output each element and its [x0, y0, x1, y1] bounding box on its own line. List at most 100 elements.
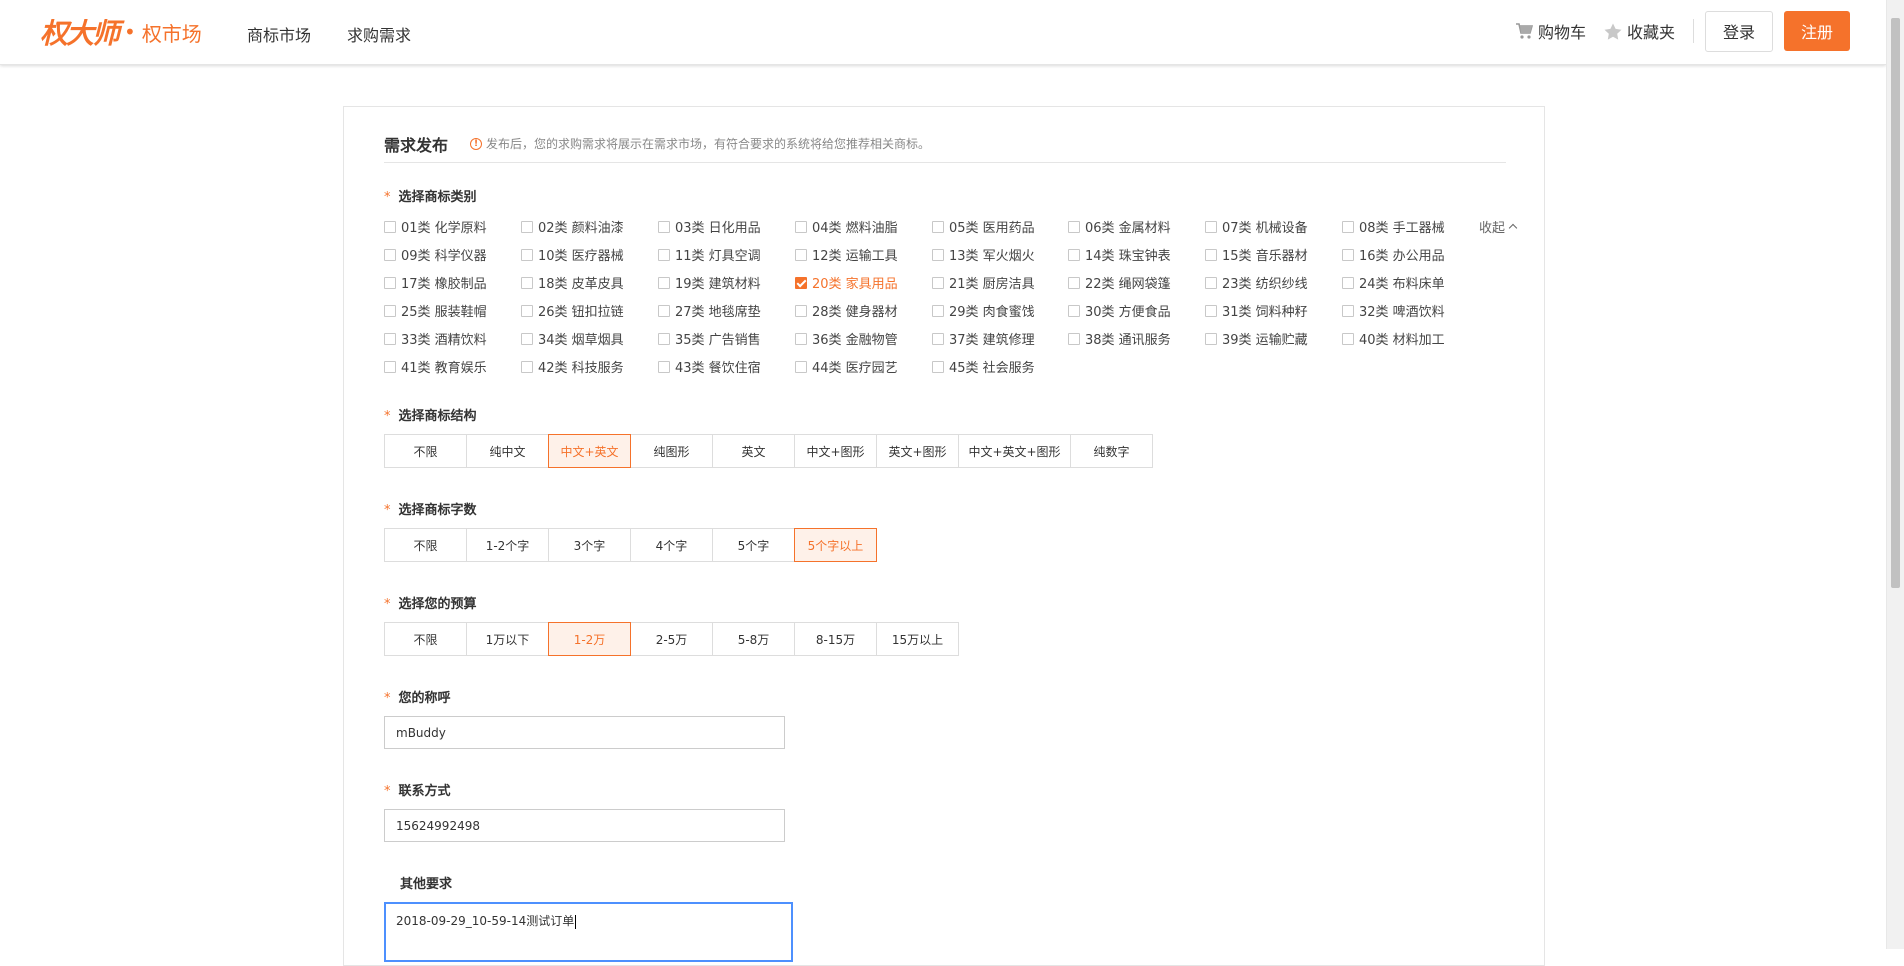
checkbox[interactable] [1205, 332, 1217, 345]
category-checkbox-item[interactable]: 11类 灯具空调 [658, 245, 761, 264]
category-checkbox-item[interactable]: 23类 纺织纱线 [1205, 273, 1308, 292]
checkbox[interactable] [521, 360, 533, 373]
checkbox[interactable] [1068, 332, 1080, 345]
length-option[interactable]: 5个字 [712, 528, 795, 562]
budget-option[interactable]: 不限 [384, 622, 467, 656]
category-checkbox-item[interactable]: 37类 建筑修理 [932, 329, 1035, 348]
structure-option[interactable]: 纯中文 [466, 434, 549, 468]
checkbox[interactable] [1205, 276, 1217, 289]
category-checkbox-item[interactable]: 35类 广告销售 [658, 329, 761, 348]
category-checkbox-item[interactable]: 32类 啤酒饮料 [1342, 301, 1445, 320]
register-button[interactable]: 注册 [1784, 11, 1850, 51]
checkbox[interactable] [521, 220, 533, 233]
checkbox[interactable] [384, 360, 396, 373]
category-checkbox-item[interactable]: 14类 珠宝钟表 [1068, 245, 1171, 264]
checkbox[interactable] [932, 360, 944, 373]
length-option[interactable]: 5个字以上 [794, 528, 877, 562]
category-checkbox-item[interactable]: 38类 通讯服务 [1068, 329, 1171, 348]
contact-input[interactable]: 15624992498 [384, 809, 785, 842]
checkbox[interactable] [932, 248, 944, 261]
category-checkbox-item[interactable]: 39类 运输贮藏 [1205, 329, 1308, 348]
structure-option[interactable]: 中文+英文+图形 [958, 434, 1071, 468]
category-checkbox-item[interactable]: 43类 餐饮住宿 [658, 357, 761, 376]
structure-option[interactable]: 纯图形 [630, 434, 713, 468]
site-logo[interactable]: 权大师 • 权市场 [40, 14, 202, 50]
checkbox[interactable] [1205, 304, 1217, 317]
category-checkbox-item[interactable]: 08类 手工器械 [1342, 217, 1445, 236]
checkbox[interactable] [658, 220, 670, 233]
category-checkbox-item[interactable]: 41类 教育娱乐 [384, 357, 487, 376]
structure-option[interactable]: 不限 [384, 434, 467, 468]
checkbox[interactable] [1205, 248, 1217, 261]
checkbox[interactable] [1342, 276, 1354, 289]
checkbox[interactable] [521, 304, 533, 317]
checkbox[interactable] [658, 248, 670, 261]
category-checkbox-item[interactable]: 30类 方便食品 [1068, 301, 1171, 320]
length-option[interactable]: 1-2个字 [466, 528, 549, 562]
budget-option[interactable]: 15万以上 [876, 622, 959, 656]
length-option[interactable]: 不限 [384, 528, 467, 562]
category-checkbox-item[interactable]: 15类 音乐器材 [1205, 245, 1308, 264]
scrollbar-thumb[interactable] [1891, 18, 1900, 588]
category-checkbox-item[interactable]: 07类 机械设备 [1205, 217, 1308, 236]
category-checkbox-item[interactable]: 21类 厨房洁具 [932, 273, 1035, 292]
category-checkbox-item[interactable]: 05类 医用药品 [932, 217, 1035, 236]
category-checkbox-item[interactable]: 44类 医疗园艺 [795, 357, 898, 376]
structure-option[interactable]: 中文+图形 [794, 434, 877, 468]
category-checkbox-item[interactable]: 04类 燃料油脂 [795, 217, 898, 236]
category-checkbox-item[interactable]: 09类 科学仪器 [384, 245, 487, 264]
checkbox[interactable] [795, 360, 807, 373]
category-checkbox-item[interactable]: 06类 金属材料 [1068, 217, 1171, 236]
checkbox[interactable] [932, 304, 944, 317]
budget-option[interactable]: 2-5万 [630, 622, 713, 656]
checkbox[interactable] [1342, 304, 1354, 317]
cart-link[interactable]: 购物车 [1515, 19, 1586, 43]
checkbox[interactable] [521, 276, 533, 289]
category-checkbox-item[interactable]: 28类 健身器材 [795, 301, 898, 320]
checkbox[interactable] [1068, 248, 1080, 261]
length-option[interactable]: 4个字 [630, 528, 713, 562]
checkbox[interactable] [1342, 220, 1354, 233]
budget-option[interactable]: 1万以下 [466, 622, 549, 656]
category-checkbox-item[interactable]: 45类 社会服务 [932, 357, 1035, 376]
favorites-link[interactable]: 收藏夹 [1604, 19, 1675, 43]
checkbox[interactable] [795, 332, 807, 345]
checkbox[interactable] [521, 248, 533, 261]
checkbox[interactable] [1068, 276, 1080, 289]
collapse-toggle[interactable]: 收起 [1479, 217, 1518, 236]
category-checkbox-item[interactable]: 31类 饲料种籽 [1205, 301, 1308, 320]
structure-option[interactable]: 纯数字 [1070, 434, 1153, 468]
category-checkbox-item[interactable]: 22类 绳网袋篷 [1068, 273, 1171, 292]
checkbox[interactable] [658, 276, 670, 289]
category-checkbox-item[interactable]: 36类 金融物管 [795, 329, 898, 348]
budget-option[interactable]: 8-15万 [794, 622, 877, 656]
checkbox[interactable] [795, 276, 807, 289]
structure-option[interactable]: 中文+英文 [548, 434, 631, 468]
category-checkbox-item[interactable]: 13类 军火烟火 [932, 245, 1035, 264]
other-requirements-textarea[interactable]: 2018-09-29_10-59-14测试订单 [384, 902, 793, 962]
category-checkbox-item[interactable]: 03类 日化用品 [658, 217, 761, 236]
checkbox[interactable] [658, 304, 670, 317]
category-checkbox-item[interactable]: 12类 运输工具 [795, 245, 898, 264]
nav-trademark-market[interactable]: 商标市场 [247, 22, 311, 46]
checkbox[interactable] [795, 304, 807, 317]
checkbox[interactable] [1068, 220, 1080, 233]
checkbox[interactable] [658, 360, 670, 373]
checkbox[interactable] [795, 220, 807, 233]
category-checkbox-item[interactable]: 17类 橡胶制品 [384, 273, 487, 292]
category-checkbox-item[interactable]: 24类 布料床单 [1342, 273, 1445, 292]
checkbox[interactable] [1205, 220, 1217, 233]
checkbox[interactable] [932, 332, 944, 345]
checkbox[interactable] [932, 220, 944, 233]
category-checkbox-item[interactable]: 34类 烟草烟具 [521, 329, 624, 348]
category-checkbox-item[interactable]: 29类 肉食蜜饯 [932, 301, 1035, 320]
category-checkbox-item[interactable]: 16类 办公用品 [1342, 245, 1445, 264]
category-checkbox-item[interactable]: 19类 建筑材料 [658, 273, 761, 292]
category-checkbox-item[interactable]: 40类 材料加工 [1342, 329, 1445, 348]
checkbox[interactable] [384, 248, 396, 261]
category-checkbox-item[interactable]: 10类 医疗器械 [521, 245, 624, 264]
category-checkbox-item[interactable]: 26类 钮扣拉链 [521, 301, 624, 320]
checkbox[interactable] [932, 276, 944, 289]
category-checkbox-item[interactable]: 18类 皮革皮具 [521, 273, 624, 292]
login-button[interactable]: 登录 [1705, 10, 1773, 52]
